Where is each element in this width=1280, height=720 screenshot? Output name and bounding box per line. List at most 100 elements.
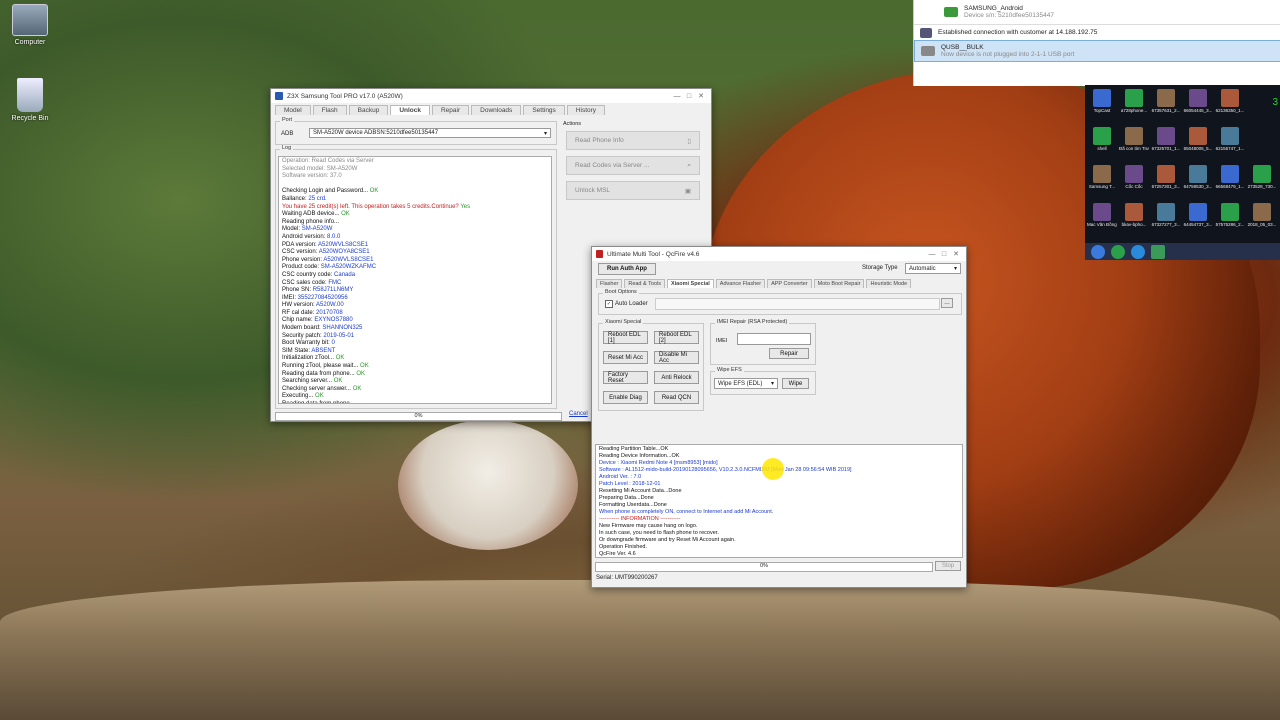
log-line: RF cal date: 20170708: [282, 310, 548, 318]
file-icon[interactable]: a728phone...: [1119, 89, 1149, 113]
file-icon[interactable]: 67327277_3...: [1151, 203, 1181, 227]
tab-history[interactable]: History: [566, 105, 606, 115]
run-auth-app-button[interactable]: Run Auth App: [598, 263, 656, 275]
browse-button[interactable]: …: [941, 298, 953, 308]
file-icon[interactable]: Samsung T...: [1087, 165, 1117, 189]
file-thumbnail-icon: [1221, 165, 1239, 183]
minimize-icon[interactable]: —: [926, 251, 938, 258]
stop-button[interactable]: Stop: [935, 561, 961, 571]
read-codes-button[interactable]: Read Codes via Server ... ⌕: [566, 156, 700, 175]
file-thumbnail-icon: [1125, 203, 1143, 221]
imei-input[interactable]: [737, 333, 811, 345]
file-thumbnail-icon: [1125, 89, 1143, 107]
cancel-link[interactable]: Cancel: [569, 411, 588, 417]
file-icon[interactable]: 2018_05_03...: [1247, 203, 1277, 227]
log-line: Modem board: SHANNON325: [282, 325, 548, 333]
start-icon[interactable]: [1091, 244, 1105, 259]
repair-button[interactable]: Repair: [769, 348, 809, 359]
file-icon[interactable]: 66568479_1...: [1215, 165, 1245, 189]
app-icon[interactable]: [1151, 244, 1165, 259]
file-thumbnail-icon: [1093, 89, 1111, 107]
reboot-edl-1-button[interactable]: Reboot EDL [1]: [603, 331, 648, 344]
file-icon[interactable]: 62155747_1...: [1215, 127, 1245, 151]
xiaomi-special-label: Xiaomi Special: [603, 319, 644, 325]
file-icon[interactable]: Đã con tìm Trường p...: [1119, 127, 1149, 151]
tab-flash[interactable]: Flash: [312, 105, 347, 115]
close-icon[interactable]: ✕: [950, 250, 962, 258]
tab-heuristic-mode[interactable]: Heuristic Mode: [866, 279, 912, 288]
browser-icon[interactable]: [1111, 244, 1125, 259]
tab-read-tools[interactable]: Read & Tools: [624, 279, 665, 288]
file-icon[interactable]: 57575286_2...: [1215, 203, 1245, 227]
notification-device-samsung[interactable]: SAMSUNG_Android Device s/n: 5210dfee5013…: [914, 0, 1280, 24]
log-line: Initialization zTool... OK: [282, 355, 548, 363]
tab-app-converter[interactable]: APP Converter: [767, 279, 812, 288]
log-key: Patch Level: [599, 481, 630, 487]
read-qcn-button[interactable]: Read QCN: [654, 391, 699, 404]
log-key: IMEI:: [282, 294, 298, 301]
z3x-tabs: Model Flash Backup Unlock Repair Downloads Set…: [271, 103, 711, 115]
maximize-icon[interactable]: □: [683, 93, 695, 100]
file-icon[interactable]: shell: [1087, 127, 1117, 151]
file-thumbnail-icon: [1125, 165, 1143, 183]
teamviewer-icon[interactable]: [1131, 244, 1145, 259]
log-line: Or downgrade firmware and try Reset Mi A…: [599, 537, 959, 544]
file-label: 64454737_3...: [1183, 222, 1213, 227]
file-icon[interactable]: 65048005_5...: [1183, 127, 1213, 151]
notification-device-qusb[interactable]: QUSB__BULK Now device is not plugged int…: [914, 40, 1280, 62]
tab-flasher[interactable]: Flasher: [596, 279, 623, 288]
log-line: CSC version: A520WOYA8CSE1: [282, 249, 548, 257]
file-icon[interactable]: 67325701_1...: [1151, 127, 1181, 151]
reboot-edl-2-button[interactable]: Reboot EDL [2]: [654, 331, 699, 344]
file-icon[interactable]: Mac Văn Đồng.html: [1087, 203, 1117, 227]
unlock-msl-button[interactable]: Unlock MSL ▣: [566, 181, 700, 200]
file-icon[interactable]: 66054445_3...: [1183, 89, 1213, 113]
desktop-icon-computer[interactable]: Computer: [0, 4, 60, 46]
enable-diag-button[interactable]: Enable Diag: [603, 391, 648, 404]
file-icon[interactable]: 67257301_3...: [1151, 165, 1181, 189]
file-icon[interactable]: 64759530_3...: [1183, 165, 1213, 189]
wipe-button[interactable]: Wipe: [782, 378, 809, 389]
desktop-icon-recycle-bin[interactable]: Recycle Bin: [0, 78, 60, 122]
read-phone-info-button[interactable]: Read Phone Info ▯: [566, 131, 700, 150]
close-icon[interactable]: ✕: [695, 92, 707, 100]
log-value: 0: [331, 340, 335, 347]
secondary-desktop: 3 TopCast a728phone... 67357631_2... 660544…: [1085, 85, 1280, 260]
disable-mi-acc-button[interactable]: Disable Mi Acc: [654, 351, 699, 364]
log-value: : Xiaomi Redmi Note 4 [msm8953] [mido]: [617, 460, 718, 466]
maximize-icon[interactable]: □: [938, 251, 950, 258]
tab-unlock[interactable]: Unlock: [390, 105, 430, 115]
minimize-icon[interactable]: —: [671, 93, 683, 100]
tab-model[interactable]: Model: [275, 105, 311, 115]
file-icon[interactable]: 67357631_2...: [1151, 89, 1181, 113]
file-icon[interactable]: bkav-bpho...: [1119, 203, 1149, 227]
reset-mi-acc-button[interactable]: Reset Mi Acc: [603, 351, 648, 364]
file-icon[interactable]: 64454737_3...: [1183, 203, 1213, 227]
file-icon[interactable]: Cốc Cốc: [1119, 165, 1149, 189]
log-line: Software version: 37.0: [282, 173, 548, 181]
tab-backup[interactable]: Backup: [348, 105, 389, 115]
file-icon[interactable]: 62136350_1...: [1215, 89, 1245, 113]
tab-repair[interactable]: Repair: [431, 105, 470, 115]
tab-advance-flasher[interactable]: Advance Flasher: [715, 279, 766, 288]
anti-relock-button[interactable]: Anti Relock: [654, 371, 699, 384]
port-select[interactable]: SM-A520W device ADBSN:5210dfee50135447 ▾: [309, 128, 551, 138]
file-icon[interactable]: 273528_730...: [1247, 165, 1277, 189]
log-line: PDA version: A520WVLS8CSE1: [282, 242, 548, 250]
wipe-efs-select[interactable]: Wipe EFS (EDL) ▾: [714, 378, 778, 389]
tab-settings[interactable]: Settings: [523, 105, 565, 115]
tab-xiaomi-special[interactable]: Xiaomi Special: [666, 279, 714, 288]
tab-downloads[interactable]: Downloads: [471, 105, 522, 115]
notification-connection[interactable]: Established connection with customer at …: [914, 24, 1280, 40]
storage-type-select[interactable]: Automatic ▾: [905, 263, 961, 274]
z3x-log[interactable]: Operation: Read Codes via Server Selected…: [278, 156, 552, 404]
log-line: CSC country code: Canada: [282, 272, 548, 280]
file-icon[interactable]: TopCast: [1087, 89, 1117, 113]
loader-path-input[interactable]: [655, 298, 940, 310]
notification-title: SAMSUNG_Android: [964, 5, 1023, 12]
factory-reset-button[interactable]: Factory Reset: [603, 371, 648, 384]
auto-loader-checkbox[interactable]: ✓ Auto Loader: [605, 300, 648, 308]
log-value: OK: [356, 370, 366, 377]
log-key: Preparing Data...Done: [599, 495, 654, 501]
tab-moto-boot-repair[interactable]: Moto Boot Repair: [813, 279, 865, 288]
